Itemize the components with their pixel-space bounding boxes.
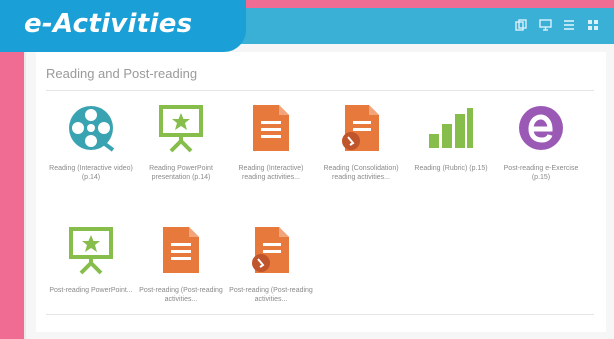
activity-tile[interactable]: Reading (Consolidation) reading activiti…	[316, 102, 406, 214]
divider	[46, 90, 594, 91]
bar-chart-icon	[425, 102, 477, 154]
film-reel-icon	[65, 102, 117, 154]
activity-tile[interactable]: Post-reading PowerPoint...	[46, 224, 136, 336]
activity-tile[interactable]: Post-reading (Post-reading activities...	[136, 224, 226, 336]
activity-label: Reading (Interactive video) (p.14)	[49, 165, 133, 181]
document-badge-icon	[335, 102, 387, 154]
document-icon	[245, 102, 297, 154]
activity-tile[interactable]: Reading (Interactive) reading activities…	[226, 102, 316, 214]
activity-label: Post-reading PowerPoint...	[49, 287, 133, 294]
copy-icon[interactable]	[514, 18, 528, 32]
list-icon[interactable]	[562, 18, 576, 32]
activity-label: Reading (Consolidation) reading activiti…	[323, 165, 399, 181]
activity-tile[interactable]: Post-reading e-Exercise (p.15)	[496, 102, 586, 214]
bottom-divider	[46, 314, 594, 315]
topbar-icon-group	[514, 18, 600, 32]
activity-label: Reading (Interactive) reading activities…	[238, 165, 304, 181]
e-circle-icon	[515, 102, 567, 154]
activity-tile[interactable]: Reading (Rubric) (p.15)	[406, 102, 496, 214]
document-icon	[155, 224, 207, 276]
presentation-icon	[155, 102, 207, 154]
content-panel: Reading and Post-reading Reading (Intera…	[36, 52, 606, 332]
e-activities-badge: e-Activities	[0, 0, 246, 52]
activity-label: Post-reading e-Exercise (p.15)	[503, 165, 579, 181]
activity-label: Post-reading (Post-reading activities...	[139, 287, 223, 303]
document-badge-icon	[245, 224, 297, 276]
activity-grid: Reading (Interactive video) (p.14) Readi…	[46, 102, 606, 339]
activity-label: Reading (Rubric) (p.15)	[414, 165, 488, 172]
activity-row-1: Reading (Interactive video) (p.14) Readi…	[46, 102, 606, 214]
activity-row-2: Post-reading PowerPoint... Post-reading …	[46, 224, 606, 336]
presentation-icon	[65, 224, 117, 276]
activity-tile[interactable]: Reading PowerPoint presentation (p.14)	[136, 102, 226, 214]
activity-tile[interactable]: Reading (Interactive video) (p.14)	[46, 102, 136, 214]
activity-tile[interactable]: Post-reading (Post-reading activities...	[226, 224, 316, 336]
section-title: Reading and Post-reading	[46, 66, 198, 81]
activity-label: Reading PowerPoint presentation (p.14)	[149, 165, 213, 181]
app-window: Reading and Post-reading Reading (Intera…	[24, 8, 614, 339]
monitor-icon[interactable]	[538, 18, 552, 32]
grid-icon[interactable]	[586, 18, 600, 32]
activity-label: Post-reading (Post-reading activities...	[229, 287, 313, 303]
